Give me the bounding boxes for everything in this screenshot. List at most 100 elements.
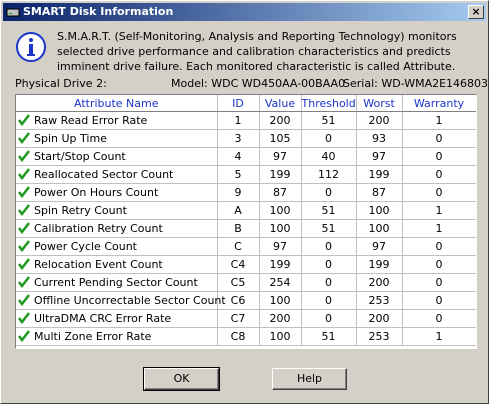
close-button[interactable]: ×	[468, 5, 484, 19]
warranty-cell: 0	[402, 237, 476, 256]
threshold-cell: 0	[301, 309, 357, 328]
title-bar[interactable]: SMART Disk Information ×	[3, 3, 486, 21]
attribute-name-cell: Multi Zone Error Rate	[16, 327, 218, 346]
attribute-name: Multi Zone Error Rate	[34, 330, 152, 343]
threshold-cell: 0	[301, 183, 357, 202]
header-threshold[interactable]: Threshold	[301, 95, 357, 112]
value-cell: 105	[259, 129, 302, 148]
attribute-name-cell: Calibration Retry Count	[16, 219, 218, 238]
warranty-cell: 0	[402, 129, 476, 148]
check-icon	[18, 114, 30, 126]
id-cell: A	[217, 201, 260, 220]
worst-cell: 200	[356, 309, 403, 328]
threshold-cell: 112	[301, 165, 357, 184]
table-row[interactable]: Calibration Retry Count B 100 51 100 1	[16, 219, 476, 238]
value-cell: 254	[259, 273, 302, 292]
table-row[interactable]: Spin Retry Count A 100 51 100 1	[16, 201, 476, 220]
info-icon	[16, 32, 46, 62]
check-icon	[18, 312, 30, 324]
table-row[interactable]: UltraDMA CRC Error Rate C7 200 0 200 0	[16, 309, 476, 328]
table-row[interactable]: Reallocated Sector Count 5 199 112 199 0	[16, 165, 476, 184]
worst-cell: 97	[356, 147, 403, 166]
warranty-cell: 1	[402, 111, 476, 130]
id-cell: C7	[217, 309, 260, 328]
header-warranty[interactable]: Warranty	[402, 95, 476, 112]
attribute-name-cell: Power Cycle Count	[16, 237, 218, 256]
header-value[interactable]: Value	[259, 95, 302, 112]
worst-cell: 97	[356, 237, 403, 256]
ok-button[interactable]: OK	[143, 367, 220, 391]
table-row[interactable]: Spin Up Time 3 105 0 93 0	[16, 129, 476, 148]
attribute-name-cell: UltraDMA CRC Error Rate	[16, 309, 218, 328]
threshold-cell: 51	[301, 219, 357, 238]
threshold-cell: 51	[301, 111, 357, 130]
drive-icon	[6, 8, 20, 17]
id-cell: B	[217, 219, 260, 238]
table-row[interactable]: Relocation Event Count C4 199 0 199 0	[16, 255, 476, 274]
header-worst[interactable]: Worst	[356, 95, 403, 112]
worst-cell: 253	[356, 327, 403, 346]
worst-cell: 93	[356, 129, 403, 148]
window-title: SMART Disk Information	[23, 5, 174, 18]
attribute-name: Offline Uncorrectable Sector Count	[34, 294, 226, 307]
warranty-cell: 0	[402, 291, 476, 310]
attribute-name: Relocation Event Count	[34, 258, 163, 271]
worst-cell: 253	[356, 291, 403, 310]
smart-dialog: SMART Disk Information × S.M.A.R.T. (Sel…	[0, 0, 489, 404]
value-cell: 199	[259, 255, 302, 274]
worst-cell: 199	[356, 255, 403, 274]
worst-cell: 100	[356, 201, 403, 220]
threshold-cell: 0	[301, 255, 357, 274]
warranty-cell: 0	[402, 165, 476, 184]
table-row[interactable]: Offline Uncorrectable Sector Count C6 100 0…	[16, 291, 476, 310]
worst-cell: 200	[356, 273, 403, 292]
threshold-cell: 0	[301, 237, 357, 256]
threshold-cell: 51	[301, 327, 357, 346]
warranty-cell: 0	[402, 183, 476, 202]
table-row[interactable]: Current Pending Sector Count C5 254 0 200 0	[16, 273, 476, 292]
value-cell: 97	[259, 147, 302, 166]
check-icon	[18, 204, 30, 216]
value-cell: 100	[259, 219, 302, 238]
warranty-cell: 0	[402, 309, 476, 328]
check-icon	[18, 240, 30, 252]
check-icon	[18, 222, 30, 234]
check-icon	[18, 330, 30, 342]
header-attribute-name[interactable]: Attribute Name	[16, 95, 218, 112]
threshold-cell: 0	[301, 129, 357, 148]
header-id[interactable]: ID	[217, 95, 260, 112]
table-row[interactable]: Raw Read Error Rate 1 200 51 200 1	[16, 111, 476, 130]
attribute-name: Power Cycle Count	[34, 240, 137, 253]
attribute-table[interactable]: Attribute Name ID Value Threshold Worst Warra…	[15, 94, 477, 349]
value-cell: 200	[259, 309, 302, 328]
table-row[interactable]: Multi Zone Error Rate C8 100 51 253 1	[16, 327, 476, 346]
worst-cell: 199	[356, 165, 403, 184]
threshold-cell: 51	[301, 201, 357, 220]
worst-cell: 100	[356, 219, 403, 238]
worst-cell: 200	[356, 111, 403, 130]
table-row[interactable]: Power On Hours Count 9 87 0 87 0	[16, 183, 476, 202]
id-cell: C5	[217, 273, 260, 292]
value-cell: 100	[259, 201, 302, 220]
id-cell: 3	[217, 129, 260, 148]
check-icon	[18, 150, 30, 162]
attribute-name-cell: Start/Stop Count	[16, 147, 218, 166]
value-cell: 200	[259, 111, 302, 130]
attribute-name-cell: Relocation Event Count	[16, 255, 218, 274]
warranty-cell: 0	[402, 255, 476, 274]
worst-cell: 87	[356, 183, 403, 202]
help-button[interactable]: Help	[272, 368, 347, 390]
id-cell: 1	[217, 111, 260, 130]
threshold-cell: 0	[301, 291, 357, 310]
threshold-cell: 0	[301, 273, 357, 292]
table-row[interactable]: Power Cycle Count C 97 0 97 0	[16, 237, 476, 256]
id-cell: C4	[217, 255, 260, 274]
warranty-cell: 1	[402, 201, 476, 220]
attribute-name: Power On Hours Count	[34, 186, 159, 199]
attribute-name: UltraDMA CRC Error Rate	[34, 312, 172, 325]
value-cell: 100	[259, 327, 302, 346]
table-row[interactable]: Start/Stop Count 4 97 40 97 0	[16, 147, 476, 166]
warranty-cell: 1	[402, 327, 476, 346]
check-icon	[18, 294, 30, 306]
attribute-name: Current Pending Sector Count	[34, 276, 198, 289]
